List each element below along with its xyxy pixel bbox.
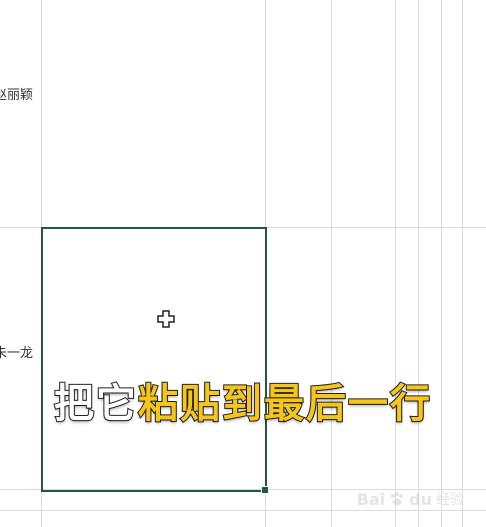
fill-handle[interactable] xyxy=(261,486,269,494)
paw-icon xyxy=(391,492,404,506)
caption-plain-text: 把它 xyxy=(53,380,138,428)
column-divider xyxy=(418,0,419,527)
column-divider xyxy=(462,0,463,527)
video-caption: 把它粘贴到最后一行 xyxy=(0,378,486,430)
column-divider xyxy=(441,0,442,527)
watermark-paw-text: du xyxy=(409,489,432,509)
cell-name-zhao-liying[interactable]: 赵丽颖 xyxy=(0,88,33,104)
watermark-suffix: 经验 xyxy=(436,492,464,508)
row-divider xyxy=(0,510,486,511)
spreadsheet-grid[interactable]: 赵丽颖 朱一龙 xyxy=(0,0,486,527)
caption-highlight-text: 粘贴到最后一行 xyxy=(137,380,432,428)
baidu-jingyan-watermark: Bai du 经验 xyxy=(357,489,464,509)
cell-name-zhu-yilong[interactable]: 朱一龙 xyxy=(0,346,33,362)
column-divider xyxy=(395,0,396,527)
crosshair-cursor-icon xyxy=(157,310,175,328)
cell-selection-range[interactable] xyxy=(41,227,267,492)
column-divider xyxy=(331,0,332,527)
watermark-brand: Bai xyxy=(356,489,386,509)
